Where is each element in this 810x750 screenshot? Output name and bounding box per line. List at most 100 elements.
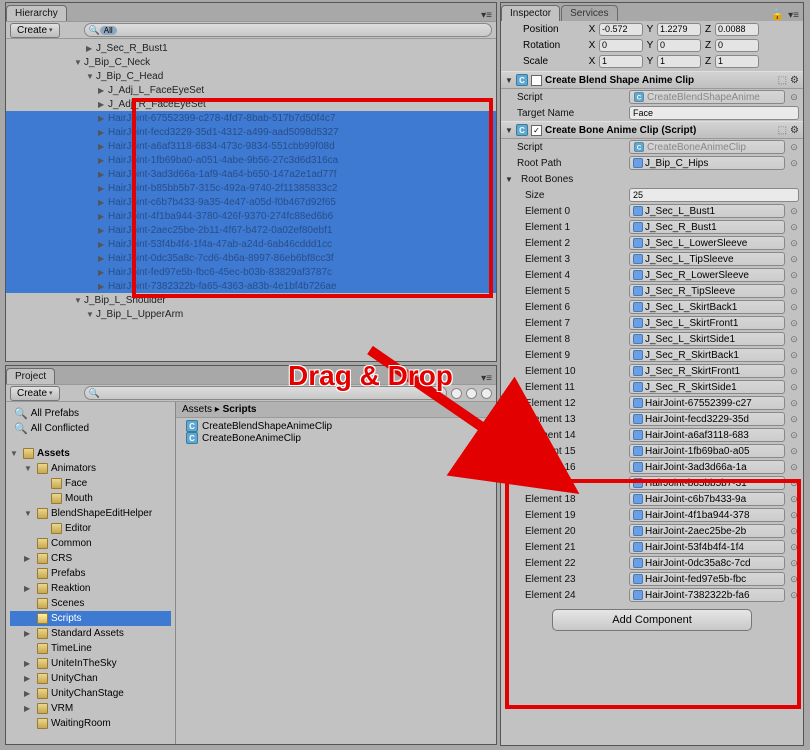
element-field[interactable]: HairJoint-2aec25be-2b [629, 524, 785, 538]
save-icon[interactable] [481, 388, 492, 399]
object-picker-icon[interactable]: ⊙ [789, 462, 799, 473]
hierarchy-item[interactable]: ▶HairJoint-a6af3118-6834-473c-9834-551cb… [6, 139, 496, 153]
object-picker-icon[interactable]: ⊙ [789, 526, 799, 537]
foldout-arrow-icon[interactable]: ▶ [98, 268, 108, 277]
hierarchy-item[interactable]: ▼J_Bip_L_UpperArm [6, 307, 496, 321]
object-picker-icon[interactable]: ⊙ [789, 254, 799, 265]
object-picker-icon[interactable]: ⊙ [789, 574, 799, 585]
object-picker-icon[interactable]: ⊙ [789, 334, 799, 345]
gear-icon[interactable]: ⚙ [790, 75, 799, 86]
tab-services[interactable]: Services [561, 5, 617, 21]
folder-item[interactable]: ▶CRS [10, 551, 171, 566]
enable-checkbox[interactable] [531, 75, 542, 86]
component-create-bone-anime[interactable]: ▼ C ✓ Create Bone Anime Clip (Script) ⬚ … [501, 121, 803, 139]
object-picker-icon[interactable]: ⊙ [789, 478, 799, 489]
hierarchy-item[interactable]: ▶HairJoint-1fb69ba0-a051-4abe-9b56-27c3d… [6, 153, 496, 167]
foldout-arrow-icon[interactable]: ▶ [24, 674, 34, 683]
filter-all-prefabs[interactable]: 🔍All Prefabs [10, 406, 171, 421]
enable-checkbox[interactable]: ✓ [531, 125, 542, 136]
project-search[interactable]: 🔍 [84, 386, 447, 400]
element-field[interactable]: J_Sec_L_LowerSleeve [629, 236, 785, 250]
foldout-arrow-icon[interactable]: ▶ [98, 170, 108, 179]
element-field[interactable]: J_Sec_L_TipSleeve [629, 252, 785, 266]
folder-item[interactable]: ▼BlendShapeEditHelper [10, 506, 171, 521]
panel-menu-icon[interactable]: ▾≡ [477, 10, 496, 21]
hierarchy-item[interactable]: ▶HairJoint-67552399-c278-4fd7-8bab-517b7… [6, 111, 496, 125]
filter-all-conflicted[interactable]: 🔍All Conflicted [10, 421, 171, 436]
object-picker-icon[interactable]: ⊙ [789, 350, 799, 361]
element-field[interactable]: HairJoint-0dc35a8c-7cd [629, 556, 785, 570]
element-field[interactable]: HairJoint-b85bb5b7-31 [629, 476, 785, 490]
project-content[interactable]: Assets ▸ Scripts CCreateBlendShapeAnimeC… [176, 402, 496, 744]
object-picker-icon[interactable]: ⊙ [789, 494, 799, 505]
object-picker-icon[interactable]: ⊙ [789, 430, 799, 441]
folder-item[interactable]: Scenes [10, 596, 171, 611]
element-field[interactable]: HairJoint-7382322b-fa6 [629, 588, 785, 602]
object-picker-icon[interactable]: ⊙ [789, 238, 799, 249]
folder-item[interactable]: WaitingRoom [10, 716, 171, 731]
element-field[interactable]: HairJoint-fed97e5b-fbc [629, 572, 785, 586]
foldout-arrow-icon[interactable]: ▶ [24, 554, 34, 563]
hierarchy-item[interactable]: ▶J_Adj_R_FaceEyeSet [6, 97, 496, 111]
element-field[interactable]: J_Sec_L_SkirtBack1 [629, 300, 785, 314]
element-field[interactable]: J_Sec_L_SkirtFront1 [629, 316, 785, 330]
element-field[interactable]: J_Sec_R_SkirtSide1 [629, 380, 785, 394]
folder-item[interactable]: ▶Standard Assets [10, 626, 171, 641]
filter-icon[interactable] [451, 388, 462, 399]
element-field[interactable]: J_Sec_L_Bust1 [629, 204, 785, 218]
filter-icon[interactable] [466, 388, 477, 399]
assets-root[interactable]: ▼Assets [10, 446, 171, 461]
foldout-arrow-icon[interactable]: ▶ [98, 254, 108, 263]
object-picker-icon[interactable]: ⊙ [789, 366, 799, 377]
panel-menu-icon[interactable]: ▾≡ [477, 373, 496, 384]
foldout-arrow-icon[interactable]: ▶ [98, 142, 108, 151]
help-icon[interactable]: ⬚ [778, 125, 787, 136]
hierarchy-item[interactable]: ▼J_Bip_C_Neck [6, 55, 496, 69]
hierarchy-item[interactable]: ▶HairJoint-b85bb5b7-315c-492a-9740-2f113… [6, 181, 496, 195]
object-picker-icon[interactable]: ⊙ [789, 510, 799, 521]
object-picker-icon[interactable]: ⊙ [789, 542, 799, 553]
object-picker-icon[interactable]: ⊙ [789, 270, 799, 281]
element-field[interactable]: J_Sec_R_TipSleeve [629, 284, 785, 298]
hierarchy-item[interactable]: ▶HairJoint-0dc35a8c-7cd6-4b6a-8997-86eb6… [6, 251, 496, 265]
element-field[interactable]: HairJoint-4f1ba944-378 [629, 508, 785, 522]
folder-item[interactable]: ▶UnityChanStage [10, 686, 171, 701]
foldout-arrow-icon[interactable]: ▶ [98, 114, 108, 123]
foldout-arrow-icon[interactable]: ▶ [98, 156, 108, 165]
hierarchy-item[interactable]: ▶HairJoint-fecd3229-35d1-4312-a499-aad50… [6, 125, 496, 139]
foldout-arrow-icon[interactable]: ▶ [98, 282, 108, 291]
element-field[interactable]: HairJoint-a6af3118-683 [629, 428, 785, 442]
element-field[interactable]: J_Sec_R_LowerSleeve [629, 268, 785, 282]
foldout-arrow-icon[interactable]: ▼ [505, 76, 513, 85]
folder-item[interactable]: Common [10, 536, 171, 551]
foldout-arrow-icon[interactable]: ▶ [98, 240, 108, 249]
foldout-arrow-icon[interactable]: ▶ [98, 184, 108, 193]
search-filter-pill[interactable]: All [100, 26, 117, 35]
element-field[interactable]: HairJoint-fecd3229-35d [629, 412, 785, 426]
foldout-arrow-icon[interactable]: ▶ [86, 44, 96, 53]
create-button[interactable]: Create ▾ [10, 386, 60, 401]
folder-item[interactable]: ▶UnityChan [10, 671, 171, 686]
hierarchy-item[interactable]: ▶J_Sec_R_Bust1 [6, 41, 496, 55]
tab-hierarchy[interactable]: Hierarchy [6, 5, 67, 21]
object-picker-icon[interactable]: ⊙ [789, 206, 799, 217]
foldout-arrow-icon[interactable]: ▼ [10, 449, 20, 458]
object-picker-icon[interactable]: ⊙ [789, 318, 799, 329]
hierarchy-item[interactable]: ▶J_Adj_L_FaceEyeSet [6, 83, 496, 97]
object-picker-icon[interactable]: ⊙ [789, 382, 799, 393]
object-picker-icon[interactable]: ⊙ [789, 222, 799, 233]
object-picker-icon[interactable]: ⊙ [789, 158, 799, 169]
add-component-button[interactable]: Add Component [552, 609, 752, 631]
foldout-arrow-icon[interactable]: ▼ [505, 126, 513, 135]
lock-icon[interactable]: 🔒 [770, 8, 784, 21]
foldout-arrow-icon[interactable]: ▶ [98, 100, 108, 109]
folder-item[interactable]: Editor [10, 521, 171, 536]
element-field[interactable]: J_Sec_R_SkirtBack1 [629, 348, 785, 362]
hierarchy-item[interactable]: ▶HairJoint-3ad3d66a-1af9-4a64-b650-147a2… [6, 167, 496, 181]
object-picker-icon[interactable]: ⊙ [789, 92, 799, 103]
panel-menu-icon[interactable]: ▾≡ [784, 10, 803, 21]
element-field[interactable]: HairJoint-3ad3d66a-1a [629, 460, 785, 474]
foldout-arrow-icon[interactable]: ▼ [86, 310, 96, 319]
file-item[interactable]: CCreateBoneAnimeClip [178, 432, 494, 444]
foldout-arrow-icon[interactable]: ▶ [98, 226, 108, 235]
